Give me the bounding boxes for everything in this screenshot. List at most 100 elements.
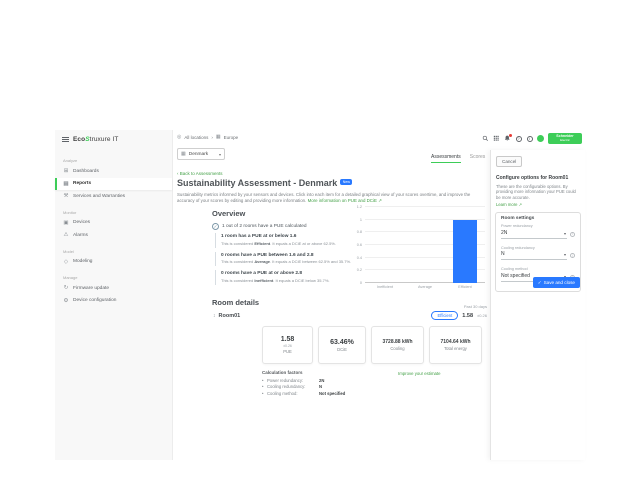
detail-pre: This is considered — [221, 278, 254, 283]
field-wrap: Power redundancy 2N ▾ — [501, 224, 567, 239]
select-value: 2N — [501, 230, 507, 236]
overview-item-efficient[interactable]: 1 room has a PUE at or below 1.6 This is… — [215, 233, 360, 248]
field-info-icon[interactable]: i — [570, 232, 575, 237]
locations-icon: ◎ — [177, 134, 181, 140]
sidebar-item-modeling[interactable]: ◇ Modeling — [55, 256, 172, 269]
room-details-heading: Room details — [212, 298, 259, 307]
y-axis-tick: 0.6 — [357, 243, 362, 247]
detail-post: . It equals a DCiE between 62.5% and 35.… — [270, 259, 351, 264]
brand-name: EcoStruxure IT — [73, 136, 118, 143]
external-link-icon: ↗ — [378, 198, 382, 203]
room-pue-tolerance: ±0.26 — [477, 313, 487, 318]
calc-label: Cooling method: — [267, 391, 319, 396]
status-badge: Efficient — [431, 311, 458, 320]
x-axis-label: Efficient — [445, 285, 485, 289]
dashboards-icon: ⊞ — [63, 168, 69, 174]
detail-term: Efficient — [254, 241, 270, 246]
schneider-logo[interactable]: Schneider Electric — [548, 133, 582, 144]
metric-label: PUE — [283, 349, 292, 354]
sidebar-item-label: Dashboards — [73, 169, 99, 174]
field-cooling-redundancy: Cooling redundancy N ▾ i — [501, 246, 575, 261]
sidebar-item-alarms[interactable]: ⚠ Alarms — [55, 229, 172, 242]
breadcrumb-root[interactable]: All locations — [184, 135, 208, 140]
metric-card-pue: 1.58 ±0.26 PUE — [262, 326, 313, 364]
select-value: N — [501, 251, 505, 257]
chevron-down-icon: ▾ — [564, 231, 566, 236]
overview-item-inefficient[interactable]: 0 rooms have a PUE at or above 2.8 This … — [215, 270, 360, 285]
x-axis-label: Inefficient — [365, 285, 405, 289]
schneider-logo-line2: Electric — [560, 139, 570, 142]
info-glyph: i — [527, 136, 533, 142]
room-row[interactable]: ↕ Room01 Efficient 1.58 ±0.26 — [213, 311, 487, 320]
room-row-right: Efficient 1.58 ±0.26 — [431, 311, 487, 320]
sidebar-item-services-warranties[interactable]: ⚒ Services and Warranties — [55, 190, 172, 203]
y-axis-tick: 0.8 — [357, 230, 362, 234]
expand-room-icon[interactable]: ↕ — [213, 313, 216, 319]
chart-column-average — [405, 207, 445, 283]
room-settings-title: Room settings — [501, 216, 575, 221]
learn-more-link[interactable]: Learn more ↗ — [496, 202, 580, 207]
sidebar-item-label: Modeling — [73, 259, 92, 264]
overview-summary: ✓ 1 out of 2 rooms have a PUE calculated — [212, 223, 307, 230]
y-axis-tick: 0.4 — [357, 256, 362, 260]
calc-label: Power redundancy: — [267, 378, 319, 383]
overview-item-detail: This is considered Inefficient. It equal… — [221, 278, 360, 283]
room-name: ↕ Room01 — [213, 313, 240, 319]
external-link-icon: ↗ — [519, 202, 523, 207]
breadcrumb-region[interactable]: Europe — [224, 135, 239, 140]
metric-card-cooling: 3728.88 kWh Cooling — [371, 326, 424, 364]
sidebar-item-dashboards[interactable]: ⊞ Dashboards — [55, 165, 172, 178]
sidebar-item-devices[interactable]: ▣ Devices — [55, 217, 172, 230]
search-icon[interactable] — [482, 135, 489, 142]
avatar[interactable] — [537, 135, 544, 142]
detail-pre: This is considered — [221, 241, 254, 246]
select-value: Not specified — [501, 273, 530, 279]
calc-row-cooling-method: • Cooling method: Not specified — [262, 391, 345, 398]
sidebar-item-label: Devices — [73, 220, 90, 225]
tab-assessments[interactable]: Assessments — [431, 154, 461, 163]
alarms-icon: ⚠ — [63, 232, 69, 238]
sidebar-item-label: Services and Warranties — [73, 194, 125, 199]
calc-value: Not specified — [319, 391, 345, 396]
field-info-icon[interactable]: i — [570, 253, 575, 258]
sidebar-item-firmware-update[interactable]: ↻ Firmware update — [55, 282, 172, 295]
power-redundancy-select[interactable]: 2N ▾ — [501, 228, 567, 239]
back-link-label: Back to Assessments — [180, 171, 223, 176]
tab-scores[interactable]: Scores — [470, 154, 486, 163]
location-dropdown[interactable]: ▦ Denmark ▾ — [177, 148, 225, 160]
cooling-redundancy-select[interactable]: N ▾ — [501, 250, 567, 261]
chevron-down-icon: ▾ — [219, 152, 221, 157]
tabs: Assessments Scores — [431, 154, 485, 163]
metric-tolerance: ±0.26 — [283, 344, 292, 348]
sidebar-group-monitor: Monitor ▣ Devices ⚠ Alarms — [55, 210, 172, 242]
sidebar-group-label: Monitor — [55, 210, 172, 215]
room-name-label: Room01 — [219, 313, 241, 319]
sidebar-item-reports[interactable]: ▤ Reports — [55, 178, 172, 191]
apps-grid-icon[interactable] — [493, 135, 500, 142]
back-link[interactable]: ‹ Back to Assessments — [177, 171, 223, 176]
cancel-button[interactable]: Cancel — [496, 156, 522, 167]
sidebar-item-device-configuration[interactable]: ⚙ Device configuration — [55, 295, 172, 308]
reports-icon: ▤ — [63, 181, 69, 187]
save-and-close-button[interactable]: ✓ Save and close — [533, 277, 580, 288]
help-icon[interactable]: ? — [515, 135, 522, 142]
detail-post: . It equals a DCiE below 35.7%. — [273, 278, 329, 283]
notifications-icon[interactable] — [504, 135, 511, 142]
detail-pre: This is considered — [221, 259, 254, 264]
y-axis-tick: 1 — [360, 218, 362, 222]
menu-icon[interactable] — [62, 137, 69, 142]
improve-estimate-link[interactable]: Improve your estimate — [398, 371, 441, 376]
overview-item-average[interactable]: 0 rooms have a PUE between 1.6 and 2.8 T… — [215, 252, 360, 267]
field-power-redundancy: Power redundancy 2N ▾ i — [501, 224, 575, 239]
devices-icon: ▣ — [63, 220, 69, 226]
info-icon[interactable]: i — [526, 135, 533, 142]
sidebar-group-label: Analyze — [55, 158, 172, 163]
panel-description: These are the configurable options. By p… — [496, 184, 580, 202]
title-row: Sustainability Assessment - Denmark New — [177, 178, 352, 188]
app-window: EcoStruxure IT Analyze ⊞ Dashboards ▤ Re… — [55, 130, 585, 460]
intro-link[interactable]: More information on PUE and DCiE ↗ — [308, 198, 382, 203]
room-pue-value: 1.58 — [462, 313, 473, 319]
chart-columns — [365, 207, 485, 283]
chevron-down-icon: ▾ — [564, 252, 566, 257]
sidebar-group-model: Model ◇ Modeling — [55, 249, 172, 269]
